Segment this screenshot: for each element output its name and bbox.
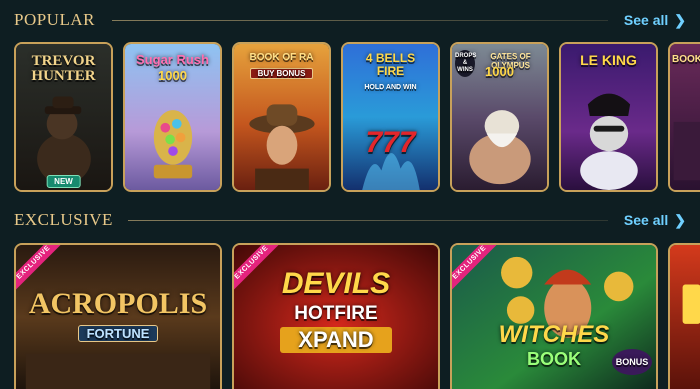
game-title: 4 BELLS FIRE [365, 51, 416, 78]
game-card-trevor-hunter[interactable]: TREVOR HUNTER NEW [14, 42, 113, 192]
chevron-right-icon: ❯ [674, 12, 686, 28]
game-card-gates-of-olympus[interactable]: DROPS & WINS GATES OF OLYMPUS 1000 [450, 42, 549, 192]
game-subtitle: BUY BONUS [250, 68, 313, 79]
game-card-book-the[interactable]: BOOK THE [668, 42, 700, 192]
game-card-le-king[interactable]: LE KING [559, 42, 658, 192]
game-subtitle: FORTUNE [78, 325, 158, 342]
new-badge: NEW [46, 175, 81, 188]
game-title: DEVILS [281, 267, 391, 300]
game-card-book-of-ra[interactable]: BOOK OF RA BUY BONUS [232, 42, 331, 192]
bonus-label: BONUS [612, 349, 652, 375]
game-title: LE KING [580, 52, 637, 68]
popular-section-header: POPULAR See all ❯ [14, 8, 686, 32]
game-card-sugar-rush[interactable]: Sugar Rush 1000 [123, 42, 222, 192]
game-subtitle: HOTFIRE [294, 303, 378, 324]
game-art [234, 44, 329, 190]
game-card-4-bells-fire[interactable]: 4 BELLS FIRE HOLD AND WIN 777 [341, 42, 440, 192]
game-card-witches-book[interactable]: EXCLUSIVE WITCHES BOOK BONUS [450, 243, 658, 389]
game-title: Sugar Rush [136, 52, 209, 67]
game-symbol: 777 [365, 126, 416, 159]
game-title: BOOK THE [672, 54, 700, 65]
game-title: ACROPOLIS [28, 287, 208, 320]
exclusive-section-header: EXCLUSIVE See all ❯ [14, 208, 686, 232]
exclusive-see-all-link[interactable]: See all ❯ [624, 208, 686, 232]
game-title: WITCHES [498, 321, 610, 348]
game-title: BOOK OF RA [249, 52, 314, 63]
popular-see-all-link[interactable]: See all ❯ [624, 8, 686, 32]
see-all-label: See all [623, 212, 669, 228]
game-art [670, 245, 700, 389]
game-card-acropolis-fortune[interactable]: EXCLUSIVE ACROPOLIS FORTUNE [14, 243, 222, 389]
exclusive-title: EXCLUSIVE [14, 210, 113, 229]
game-title-suffix: XPAND [280, 327, 392, 353]
divider [112, 20, 608, 21]
chevron-right-icon: ❯ [674, 212, 686, 228]
game-subtitle: HOLD AND WIN [364, 84, 417, 91]
game-card-devils-hotfire-xpand[interactable]: EXCLUSIVE DEVILS HOTFIRE XPAND [232, 243, 440, 389]
see-all-label: See all [623, 12, 669, 28]
game-title: TREVOR HUNTER [31, 53, 96, 84]
game-subtitle: 1000 [485, 64, 514, 79]
divider [128, 220, 608, 221]
game-subtitle: 1000 [158, 68, 187, 83]
game-card-partial[interactable] [668, 243, 700, 389]
popular-title: POPULAR [14, 10, 95, 29]
